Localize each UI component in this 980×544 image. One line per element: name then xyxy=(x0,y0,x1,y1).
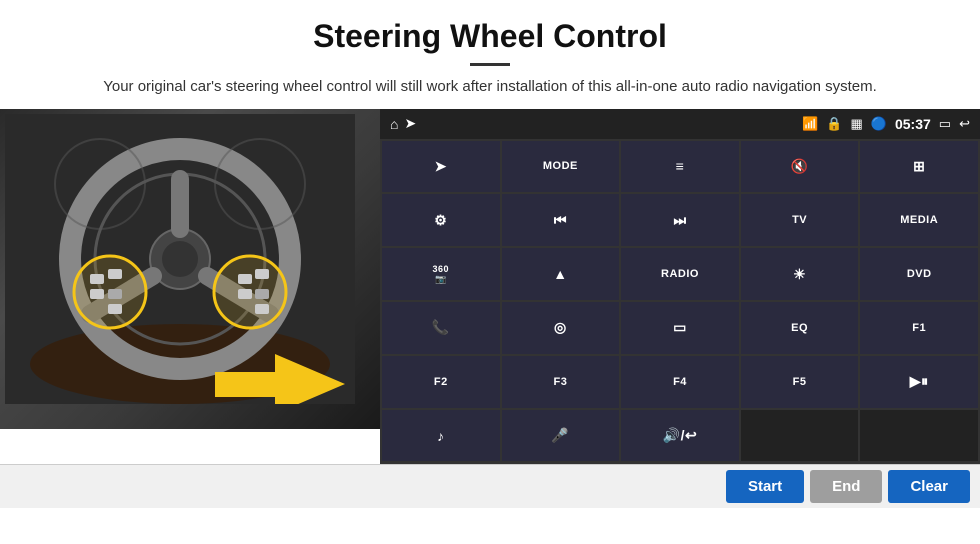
button-grid: ➤ MODE ≡ 🔇 ⊞ ⚙ ⏮ ⏭ TV MEDIA 360📷 ▲ RADIO… xyxy=(380,139,980,464)
f5-button[interactable]: F5 xyxy=(741,356,859,408)
title-divider xyxy=(470,63,510,66)
main-content: ⌂ ➤ 📶 🔒 ▦ 🔵 05:37 ▭ ↩ ➤ MODE ≡ 🔇 ⊞ ⚙ ⏮ xyxy=(0,109,980,464)
screen-icon: ▭ xyxy=(939,116,951,132)
f3-button[interactable]: F3 xyxy=(502,356,620,408)
time-display: 05:37 xyxy=(895,116,931,132)
send-icon[interactable]: ➤ xyxy=(404,115,416,132)
f4-button[interactable]: F4 xyxy=(621,356,739,408)
steering-wheel-image xyxy=(5,114,355,404)
eq-button[interactable]: EQ xyxy=(741,302,859,354)
page-subtitle: Your original car's steering wheel contr… xyxy=(40,76,940,99)
screen-btn[interactable]: ▭ xyxy=(621,302,739,354)
list-button[interactable]: ≡ xyxy=(621,141,739,193)
phone-button[interactable]: 📞 xyxy=(382,302,500,354)
status-bar: ⌂ ➤ 📶 🔒 ▦ 🔵 05:37 ▭ ↩ xyxy=(380,109,980,139)
end-button[interactable]: End xyxy=(810,470,882,503)
empty-btn-1 xyxy=(741,410,859,462)
car-image-background xyxy=(0,109,380,429)
mode-button[interactable]: MODE xyxy=(502,141,620,193)
mic-button[interactable]: 🎤 xyxy=(502,410,620,462)
volume-button[interactable]: 🔊/↩ xyxy=(621,410,739,462)
lock-icon: 🔒 xyxy=(826,116,842,132)
car-image-section xyxy=(0,109,380,429)
status-bar-left: ⌂ ➤ xyxy=(390,115,416,132)
camera-360-button[interactable]: 360📷 xyxy=(382,248,500,300)
sd-icon: ▦ xyxy=(851,116,863,132)
page-title: Steering Wheel Control xyxy=(40,18,940,55)
eject-button[interactable]: ▲ xyxy=(502,248,620,300)
next-button[interactable]: ⏭ xyxy=(621,194,739,246)
play-pause-button[interactable]: ▶⏸ xyxy=(860,356,978,408)
apps-button[interactable]: ⊞ xyxy=(860,141,978,193)
music-button[interactable]: ♪ xyxy=(382,410,500,462)
wifi-icon: 📶 xyxy=(802,116,818,132)
empty-btn-2 xyxy=(860,410,978,462)
mute-button[interactable]: 🔇 xyxy=(741,141,859,193)
tv-button[interactable]: TV xyxy=(741,194,859,246)
f1-button[interactable]: F1 xyxy=(860,302,978,354)
brightness-button[interactable]: ☀ xyxy=(741,248,859,300)
back-icon: ↩ xyxy=(959,116,970,132)
bluetooth-icon: 🔵 xyxy=(871,116,887,132)
dvd-button[interactable]: DVD xyxy=(860,248,978,300)
home-icon[interactable]: ⌂ xyxy=(390,116,398,132)
radio-button[interactable]: RADIO xyxy=(621,248,739,300)
browse-button[interactable]: ◎ xyxy=(502,302,620,354)
status-bar-right: 📶 🔒 ▦ 🔵 05:37 ▭ ↩ xyxy=(802,116,970,132)
settings-button[interactable]: ⚙ xyxy=(382,194,500,246)
clear-button[interactable]: Clear xyxy=(888,470,970,503)
page-header: Steering Wheel Control Your original car… xyxy=(0,0,980,109)
nav-button[interactable]: ➤ xyxy=(382,141,500,193)
start-button[interactable]: Start xyxy=(726,470,804,503)
prev-button[interactable]: ⏮ xyxy=(502,194,620,246)
media-button[interactable]: MEDIA xyxy=(860,194,978,246)
bottom-bar: Start End Clear xyxy=(0,464,980,508)
control-panel: ⌂ ➤ 📶 🔒 ▦ 🔵 05:37 ▭ ↩ ➤ MODE ≡ 🔇 ⊞ ⚙ ⏮ xyxy=(380,109,980,464)
f2-button[interactable]: F2 xyxy=(382,356,500,408)
